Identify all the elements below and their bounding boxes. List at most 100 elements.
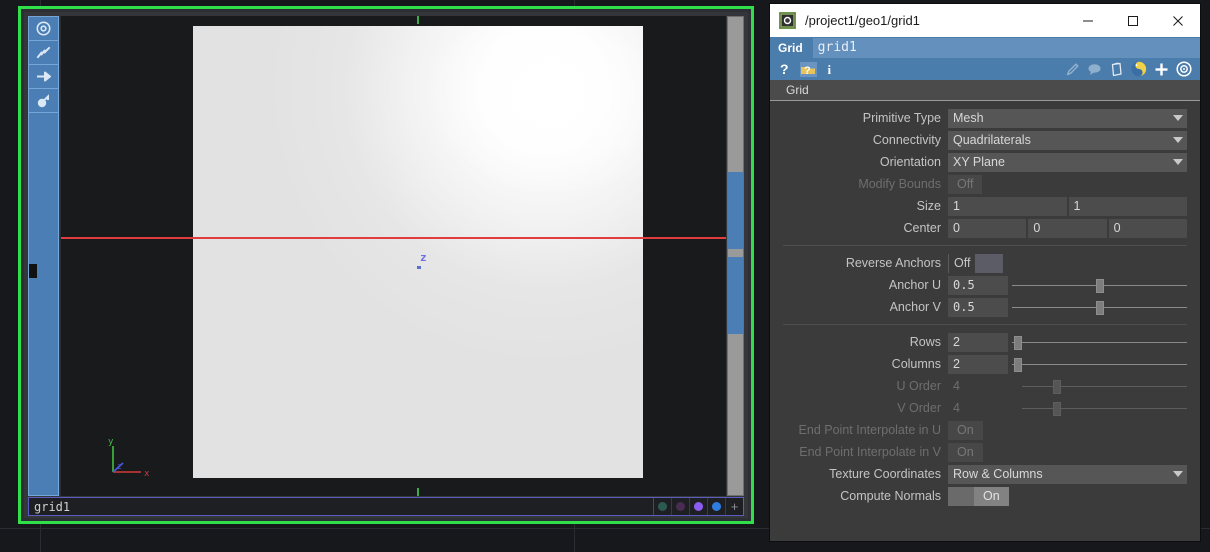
connectivity-dropdown[interactable]: Quadrilaterals <box>948 130 1187 150</box>
viewport-path-bar[interactable]: grid1 + <box>28 497 744 516</box>
param-row-endpoint-interp-u: End Point Interpolate in U On <box>770 419 1200 441</box>
handle-tool-icon[interactable] <box>29 89 58 113</box>
label-primitive-type: Primitive Type <box>862 111 941 125</box>
center-x-input[interactable]: 0 <box>948 218 1027 238</box>
reverse-anchors-state: Off <box>948 253 976 273</box>
texture-coordinates-dropdown[interactable]: Row & Columns <box>948 464 1187 484</box>
template-flag-dot[interactable] <box>676 502 685 511</box>
param-row-reverse-anchors: Reverse Anchors Off <box>770 252 1200 274</box>
template-flag-cell[interactable] <box>672 498 690 515</box>
label-u-order: U Order <box>896 379 941 393</box>
python-script-icon[interactable] <box>1131 61 1147 77</box>
viewport-inner: z x y z grid1 + <box>24 12 748 518</box>
endpoint-interp-v-toggle: On <box>948 442 983 462</box>
rows-slider[interactable] <box>1012 333 1187 352</box>
reverse-anchors-toggle[interactable]: Off <box>948 253 1004 273</box>
size-y-input[interactable]: 1 <box>1068 196 1187 216</box>
size-x-input[interactable]: 1 <box>948 196 1067 216</box>
label-compute-normals: Compute Normals <box>840 489 941 503</box>
label-texture-coordinates: Texture Coordinates <box>829 467 941 481</box>
node-name-input[interactable]: grid1 <box>812 37 1200 58</box>
parameter-tab-strip: Grid <box>770 80 1200 101</box>
compute-normals-toggle[interactable]: On <box>948 486 1009 506</box>
viewport-path-input[interactable]: grid1 <box>29 500 653 514</box>
compute-normals-knob[interactable] <box>948 486 974 506</box>
group-separator <box>783 245 1187 246</box>
orientation-dropdown[interactable]: XY Plane <box>948 152 1187 172</box>
slider-thumb <box>1053 401 1062 416</box>
window-controls <box>1065 4 1200 37</box>
slider-thumb[interactable] <box>1096 300 1104 315</box>
slider-track <box>1022 407 1187 409</box>
add-flag-plus-icon[interactable]: + <box>726 498 743 515</box>
size-fields: 1 1 <box>948 196 1187 216</box>
center-y-input[interactable]: 0 <box>1028 218 1107 238</box>
svg-text:?: ? <box>804 65 811 77</box>
viewport-3d-canvas[interactable]: z x y z <box>60 16 726 496</box>
target-gear-icon[interactable] <box>1176 61 1192 77</box>
columns-slider[interactable] <box>1012 355 1187 374</box>
svg-text:i: i <box>828 62 832 77</box>
connectivity-value: Quadrilaterals <box>953 133 1031 147</box>
help-question-icon[interactable]: ? <box>778 62 791 77</box>
anchor-v-input[interactable]: 0.5 <box>948 297 1008 317</box>
display-flag-cell[interactable] <box>654 498 672 515</box>
window-title-bar[interactable]: /project1/geo1/grid1 <box>770 4 1200 37</box>
close-button[interactable] <box>1155 4 1200 37</box>
anchor-u-input[interactable]: 0.5 <box>948 275 1008 295</box>
param-row-orientation: Orientation XY Plane <box>770 151 1200 173</box>
move-arrow-tool-icon[interactable] <box>29 65 58 89</box>
viewport-pane[interactable]: z x y z grid1 + <box>18 6 754 524</box>
label-rows: Rows <box>909 335 941 349</box>
z-axis-center-dot <box>417 266 421 269</box>
display-flag-dot[interactable] <box>658 502 667 511</box>
slider-track <box>1012 341 1187 343</box>
add-plus-icon[interactable] <box>1154 62 1169 77</box>
minimize-button[interactable] <box>1065 4 1110 37</box>
selectable-flag-dot[interactable] <box>694 502 703 511</box>
rows-input[interactable]: 2 <box>948 332 1008 352</box>
label-endpoint-interp-u: End Point Interpolate in U <box>798 423 941 437</box>
param-row-size: Size 1 1 <box>770 195 1200 217</box>
select-lasso-tool-icon[interactable] <box>29 41 58 65</box>
slider-thumb[interactable] <box>1096 278 1104 293</box>
view-tool-icon[interactable] <box>29 17 58 41</box>
grid-geometry <box>193 26 643 478</box>
render-flag-dot[interactable] <box>712 502 721 511</box>
modify-bounds-toggle: Off <box>948 174 983 194</box>
slider-thumb[interactable] <box>1013 335 1022 350</box>
columns-input[interactable]: 2 <box>948 354 1008 374</box>
info-icon[interactable]: i <box>826 62 834 77</box>
chevron-down-icon <box>1173 115 1183 121</box>
viewport-tool-strip[interactable] <box>28 16 59 496</box>
endpoint-interp-u-state: On <box>948 420 983 440</box>
scrollbar-thumb-upper[interactable] <box>728 172 743 249</box>
texture-coordinates-value: Row & Columns <box>953 467 1043 481</box>
primitive-type-dropdown[interactable]: Mesh <box>948 108 1187 128</box>
render-flag-cell[interactable] <box>708 498 726 515</box>
selectable-flag-cell[interactable] <box>690 498 708 515</box>
viewport-vertical-scrollbar[interactable] <box>727 16 744 496</box>
maximize-button[interactable] <box>1110 4 1155 37</box>
slider-thumb[interactable] <box>1013 357 1022 372</box>
reverse-anchors-knob[interactable] <box>975 253 1004 273</box>
comment-bubble-icon[interactable] <box>1087 62 1102 77</box>
param-row-anchor-u: Anchor U 0.5 <box>770 274 1200 296</box>
v-order-slider <box>1022 399 1187 418</box>
u-order-slider <box>1022 377 1187 396</box>
param-row-anchor-v: Anchor V 0.5 <box>770 296 1200 318</box>
tab-grid[interactable]: Grid <box>782 83 817 100</box>
label-v-order: V Order <box>897 401 941 415</box>
primitive-type-value: Mesh <box>953 111 984 125</box>
anchor-u-slider[interactable] <box>1012 276 1187 295</box>
help-folder-icon[interactable]: ? <box>800 61 817 77</box>
u-order-value: 4 <box>953 379 960 393</box>
z-axis-center-label: z <box>420 251 427 264</box>
toolstrip-drag-notch[interactable] <box>29 264 37 278</box>
center-z-input[interactable]: 0 <box>1108 218 1187 238</box>
pencil-edit-icon[interactable] <box>1065 62 1080 77</box>
scrollbar-thumb-lower[interactable] <box>728 257 743 334</box>
compute-normals-state: On <box>974 486 1009 506</box>
clipboard-paste-icon[interactable] <box>1109 62 1124 77</box>
anchor-v-slider[interactable] <box>1012 298 1187 317</box>
